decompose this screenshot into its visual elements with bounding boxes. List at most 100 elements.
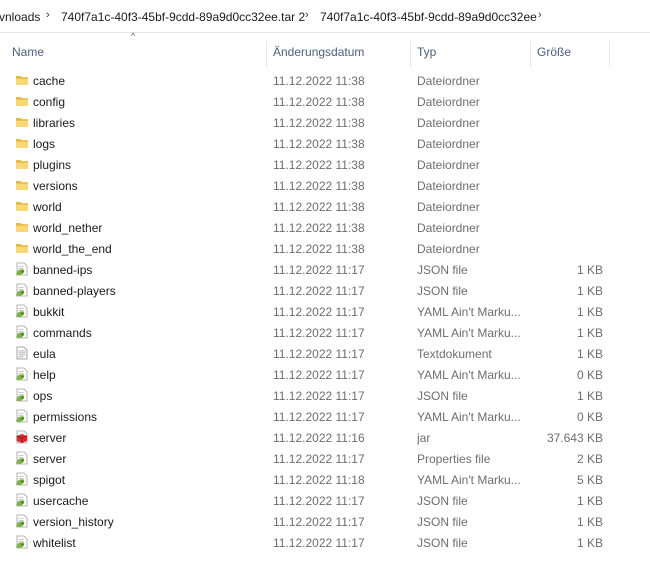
breadcrumb-item-downloads[interactable]: vnloads	[0, 10, 40, 24]
file-row[interactable]: version_history 11.12.2022 11:17 JSON file…	[0, 511, 650, 532]
file-type: Dateiordner	[417, 242, 480, 256]
notepadpp-file-icon	[15, 325, 29, 339]
file-size: 5 KB	[576, 473, 603, 487]
notepadpp-file-icon	[15, 451, 29, 465]
file-row[interactable]: server 11.12.2022 11:17 Properties file 2 K…	[0, 448, 650, 469]
file-row[interactable]: banned-players 11.12.2022 11:17 JSON file 1…	[0, 280, 650, 301]
file-modified-date: 11.12.2022 11:38	[273, 74, 365, 88]
file-row[interactable]: spigot 11.12.2022 11:18 YAML Ain't Marku..…	[0, 469, 650, 490]
file-modified-date: 11.12.2022 11:17	[273, 494, 365, 508]
file-row[interactable]: versions 11.12.2022 11:38 Dateiordner	[0, 175, 650, 196]
notepadpp-file-icon	[15, 283, 29, 297]
file-name: eula	[33, 347, 56, 361]
file-row[interactable]: world_nether 11.12.2022 11:38 Dateiordner	[0, 217, 650, 238]
folder-icon	[15, 136, 29, 150]
file-row[interactable]: eula 11.12.2022 11:17 Textdokument 1 KB	[0, 343, 650, 364]
file-name: ops	[33, 389, 53, 403]
address-breadcrumb[interactable]: vnloads › 740f7a1c-40f3-45bf-9cdd-89a9d0…	[0, 0, 650, 33]
file-row[interactable]: help 11.12.2022 11:17 YAML Ain't Marku... 0…	[0, 364, 650, 385]
file-row[interactable]: world 11.12.2022 11:38 Dateiordner	[0, 196, 650, 217]
column-divider[interactable]	[410, 41, 411, 67]
chevron-right-icon[interactable]: ›	[305, 9, 309, 21]
file-name: versions	[33, 179, 78, 193]
chevron-right-icon[interactable]: ›	[538, 9, 542, 21]
file-row[interactable]: cache 11.12.2022 11:38 Dateiordner	[0, 70, 650, 91]
file-modified-date: 11.12.2022 11:38	[273, 221, 365, 235]
file-modified-date: 11.12.2022 11:17	[273, 536, 365, 550]
file-row[interactable]: banned-ips 11.12.2022 11:17 JSON file 1 KB	[0, 259, 650, 280]
file-row[interactable]: server 11.12.2022 11:16 jar 37.643 KB	[0, 427, 650, 448]
file-modified-date: 11.12.2022 11:17	[273, 452, 365, 466]
file-name: whitelist	[33, 536, 76, 550]
file-row[interactable]: plugins 11.12.2022 11:38 Dateiordner	[0, 154, 650, 175]
file-row[interactable]: whitelist 11.12.2022 11:17 JSON file 1 KB	[0, 532, 650, 553]
file-name: config	[33, 95, 66, 109]
file-row[interactable]: world_the_end 11.12.2022 11:38 Dateiordner	[0, 238, 650, 259]
folder-icon	[15, 157, 29, 171]
file-size: 1 KB	[576, 347, 603, 361]
file-row[interactable]: permissions 11.12.2022 11:17 YAML Ain't Ma…	[0, 406, 650, 427]
file-size: 0 KB	[576, 410, 603, 424]
file-name: version_history	[33, 515, 114, 529]
file-name: banned-players	[33, 284, 116, 298]
notepadpp-file-icon	[15, 304, 29, 318]
folder-icon	[15, 94, 29, 108]
file-type: YAML Ain't Marku...	[417, 473, 521, 487]
file-name: cache	[33, 74, 66, 88]
file-name: world	[33, 200, 62, 214]
file-type: JSON file	[417, 515, 468, 529]
file-type: jar	[417, 431, 431, 445]
file-name: commands	[33, 326, 92, 340]
file-name: logs	[33, 137, 56, 151]
file-size: 1 KB	[576, 305, 603, 319]
column-header-size[interactable]: Größe	[537, 45, 571, 59]
notepadpp-file-icon	[15, 514, 29, 528]
file-type: Dateiordner	[417, 221, 480, 235]
column-header-type[interactable]: Typ	[417, 45, 436, 59]
notepadpp-file-icon	[15, 472, 29, 486]
breadcrumb-item-tar[interactable]: 740f7a1c-40f3-45bf-9cdd-89a9d0cc32ee.tar…	[61, 10, 305, 24]
column-header-bar: ^ Name Änderungsdatum Typ Größe	[0, 31, 650, 67]
file-size: 1 KB	[576, 284, 603, 298]
file-modified-date: 11.12.2022 11:38	[273, 179, 365, 193]
file-type: Dateiordner	[417, 179, 480, 193]
file-type: Dateiordner	[417, 116, 480, 130]
file-row[interactable]: usercache 11.12.2022 11:17 JSON file 1 KB	[0, 490, 650, 511]
file-type: JSON file	[417, 263, 468, 277]
notepadpp-file-icon	[15, 367, 29, 381]
file-row[interactable]: commands 11.12.2022 11:17 YAML Ain't Marku…	[0, 322, 650, 343]
file-type: Dateiordner	[417, 200, 480, 214]
file-size: 1 KB	[576, 515, 603, 529]
file-modified-date: 11.12.2022 11:17	[273, 284, 365, 298]
notepadpp-file-icon	[15, 493, 29, 507]
file-type: Dateiordner	[417, 137, 480, 151]
column-divider[interactable]	[609, 41, 610, 67]
file-size: 1 KB	[576, 536, 603, 550]
file-row[interactable]: config 11.12.2022 11:38 Dateiordner	[0, 91, 650, 112]
chevron-right-icon[interactable]: ›	[46, 9, 50, 21]
breadcrumb-item-folder[interactable]: 740f7a1c-40f3-45bf-9cdd-89a9d0cc32ee	[320, 10, 537, 24]
column-divider[interactable]	[266, 41, 267, 67]
file-row[interactable]: ops 11.12.2022 11:17 JSON file 1 KB	[0, 385, 650, 406]
file-size: 37.643 KB	[546, 431, 603, 445]
file-name: server	[33, 452, 67, 466]
file-type: JSON file	[417, 536, 468, 550]
file-modified-date: 11.12.2022 11:38	[273, 137, 365, 151]
column-divider[interactable]	[530, 41, 531, 67]
file-modified-date: 11.12.2022 11:17	[273, 515, 365, 529]
notepadpp-file-icon	[15, 409, 29, 423]
file-row[interactable]: bukkit 11.12.2022 11:17 YAML Ain't Marku..…	[0, 301, 650, 322]
file-type: Dateiordner	[417, 95, 480, 109]
file-modified-date: 11.12.2022 11:38	[273, 242, 365, 256]
file-row[interactable]: libraries 11.12.2022 11:38 Dateiordner	[0, 112, 650, 133]
file-size: 1 KB	[576, 263, 603, 277]
file-name: world_the_end	[33, 242, 112, 256]
file-type: JSON file	[417, 494, 468, 508]
file-modified-date: 11.12.2022 11:38	[273, 200, 365, 214]
file-modified-date: 11.12.2022 11:38	[273, 95, 365, 109]
column-header-date[interactable]: Änderungsdatum	[273, 45, 364, 59]
column-header-name[interactable]: Name	[12, 45, 44, 59]
file-type: JSON file	[417, 284, 468, 298]
file-row[interactable]: logs 11.12.2022 11:38 Dateiordner	[0, 133, 650, 154]
file-size: 1 KB	[576, 494, 603, 508]
